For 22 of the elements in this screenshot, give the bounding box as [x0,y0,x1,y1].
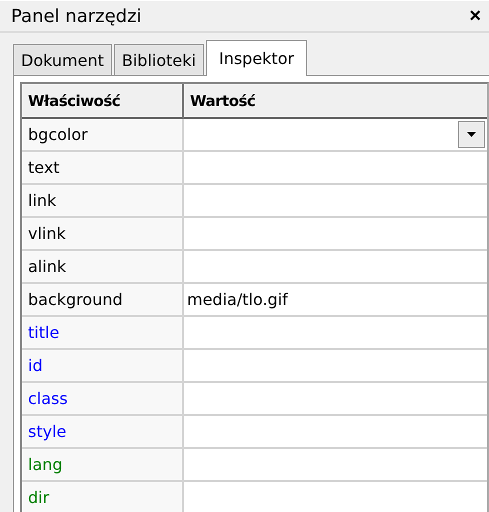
property-name[interactable]: dir [22,482,184,512]
property-name[interactable]: background [22,284,184,317]
tab[interactable]: Dokument [13,44,112,75]
property-name[interactable]: id [22,350,184,383]
tab[interactable]: Biblioteki [114,44,204,75]
property-name[interactable]: title [22,317,184,350]
property-name[interactable]: text [22,152,184,185]
column-header: Wartość [184,84,487,119]
tab[interactable]: Inspektor [206,40,308,76]
close-button[interactable]: × [469,4,481,28]
caret-icon [467,132,476,137]
property-name[interactable]: class [22,383,184,416]
column-header: Właściwość [22,84,184,119]
panel-title: Panel narzędzi [11,6,142,26]
property-name[interactable]: vlink [22,218,184,251]
dropdown-button[interactable] [458,121,485,148]
property-name[interactable]: lang [22,449,184,482]
property-name[interactable]: bgcolor [22,119,184,152]
property-value[interactable]: media/tlo.gif [184,284,487,317]
property-name[interactable]: link [22,185,184,218]
property-name[interactable]: style [22,416,184,449]
property-name[interactable]: alink [22,251,184,284]
